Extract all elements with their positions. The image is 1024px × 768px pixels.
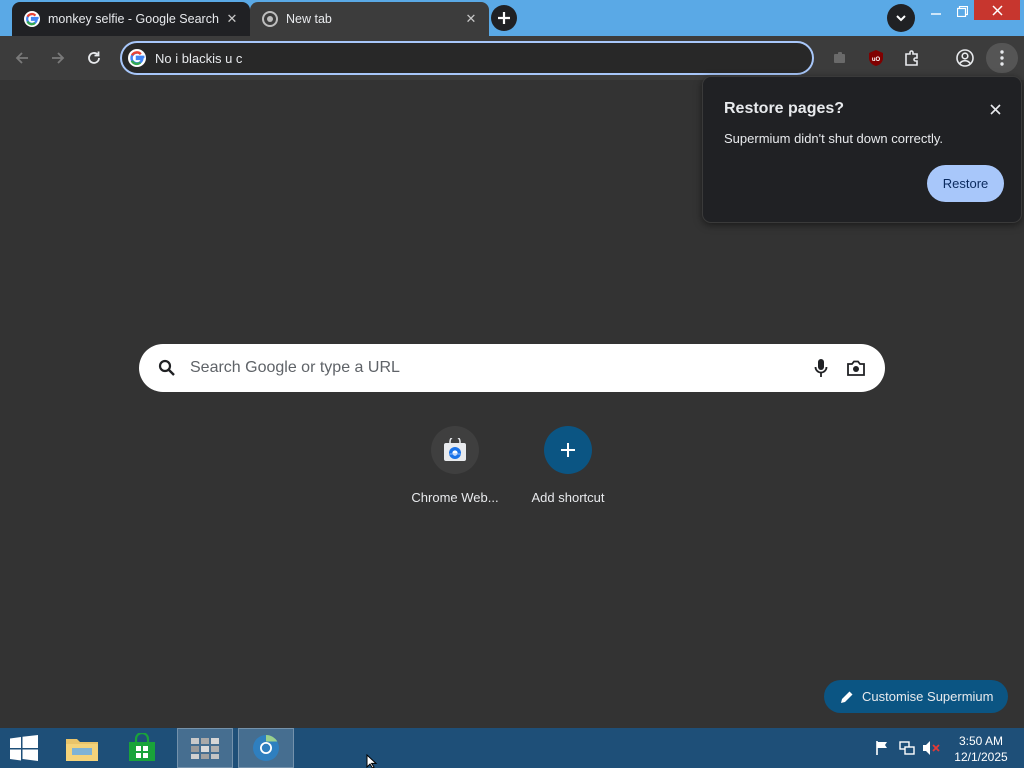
google-g-icon [128, 49, 146, 67]
minimize-icon [931, 13, 941, 15]
shortcut-label: Chrome Web... [411, 490, 499, 505]
minimize-button[interactable] [923, 0, 949, 22]
extension-button[interactable] [826, 44, 854, 72]
chrome-icon [262, 11, 278, 27]
address-bar-text[interactable]: No i blackis u c [155, 51, 242, 66]
customise-label: Customise Supermium [862, 689, 994, 704]
mouse-cursor-icon [366, 754, 378, 768]
restore-button[interactable] [949, 0, 975, 22]
taskbar-store[interactable] [114, 728, 170, 768]
customise-button[interactable]: Customise Supermium [824, 680, 1008, 713]
volume-muted-icon [923, 741, 940, 755]
svg-text:uO: uO [872, 57, 881, 63]
ublock-origin-button[interactable]: uO [862, 44, 890, 72]
ntp-search-box[interactable]: Search Google or type a URL [139, 344, 885, 392]
restore-icon [956, 5, 968, 17]
dialog-message: Supermium didn't shut down correctly. [724, 131, 944, 146]
google-g-icon [24, 11, 40, 27]
taskbar-file-explorer[interactable] [54, 728, 110, 768]
restore-pages-dialog: Restore pages? Supermium didn't shut dow… [702, 76, 1022, 223]
start-button[interactable] [0, 728, 48, 768]
taskbar: 3:50 AM 12/1/2025 [0, 728, 1024, 768]
tab-title: monkey selfie - Google Search [48, 12, 219, 26]
dialog-title: Restore pages? [724, 100, 845, 117]
start-windows-icon [10, 735, 38, 761]
tab-google-search[interactable]: monkey selfie - Google Search ✕ [12, 2, 250, 36]
tray-action-center[interactable] [872, 728, 892, 768]
extensions-puzzle-icon [905, 50, 918, 66]
flag-icon [876, 741, 887, 755]
app-grid-icon [191, 738, 219, 759]
profile-button[interactable] [951, 44, 979, 72]
close-icon [991, 4, 1003, 16]
clock-date: 12/1/2025 [954, 750, 1008, 764]
chevron-down-icon [896, 15, 906, 22]
reload-icon [88, 51, 100, 64]
pencil-icon [840, 690, 854, 704]
network-icon [899, 741, 915, 755]
camera-search-icon[interactable] [846, 359, 866, 377]
window-close-button[interactable] [974, 0, 1020, 20]
taskbar-supermium[interactable] [238, 728, 294, 768]
plus-icon [498, 12, 510, 24]
address-bar[interactable]: No i blackis u c [120, 41, 814, 75]
taskbar-clock[interactable]: 3:50 AM 12/1/2025 [946, 733, 1016, 765]
tab-title: New tab [286, 12, 332, 26]
tray-volume[interactable] [920, 728, 942, 768]
tab-search-button[interactable] [887, 4, 915, 32]
reload-button[interactable] [80, 44, 108, 72]
file-explorer-icon [66, 739, 98, 761]
toolbar: No i blackis u c uO [0, 36, 1024, 80]
plus-icon [544, 426, 592, 474]
shortcut-add[interactable]: Add shortcut [513, 426, 623, 505]
profile-icon [956, 49, 974, 67]
tray-network[interactable] [896, 728, 918, 768]
supermium-browser-icon [253, 734, 279, 761]
chrome-web-store-icon [431, 426, 479, 474]
clock-time: 3:50 AM [958, 734, 1004, 748]
close-icon[interactable]: ✕ [463, 11, 479, 27]
kebab-menu-icon [1000, 50, 1004, 66]
taskbar-app-grid[interactable] [177, 728, 233, 768]
dialog-close-button[interactable] [985, 99, 1005, 119]
shortcut-chrome-web-store[interactable]: Chrome Web... [400, 426, 510, 505]
tab-new-tab[interactable]: New tab ✕ [250, 2, 489, 36]
back-button[interactable] [8, 44, 36, 72]
tab-strip: monkey selfie - Google Search ✕ New tab … [0, 0, 1024, 36]
menu-button[interactable] [986, 43, 1018, 73]
search-input[interactable]: Search Google or type a URL [190, 359, 814, 377]
restore-button[interactable]: Restore [927, 165, 1004, 202]
search-icon [158, 359, 176, 377]
extensions-button[interactable] [898, 44, 926, 72]
shortcut-label: Add shortcut [531, 490, 605, 505]
ublock-origin-icon: uO [869, 50, 883, 66]
arrow-left-icon [15, 52, 28, 64]
close-icon[interactable]: ✕ [224, 11, 240, 27]
extension-puzzle-gray-icon [834, 52, 845, 63]
store-icon [129, 733, 155, 761]
forward-button[interactable] [44, 44, 72, 72]
close-icon [989, 103, 1001, 115]
new-tab-button[interactable] [491, 5, 517, 31]
arrow-right-icon [52, 52, 65, 64]
voice-search-icon[interactable] [814, 358, 828, 378]
